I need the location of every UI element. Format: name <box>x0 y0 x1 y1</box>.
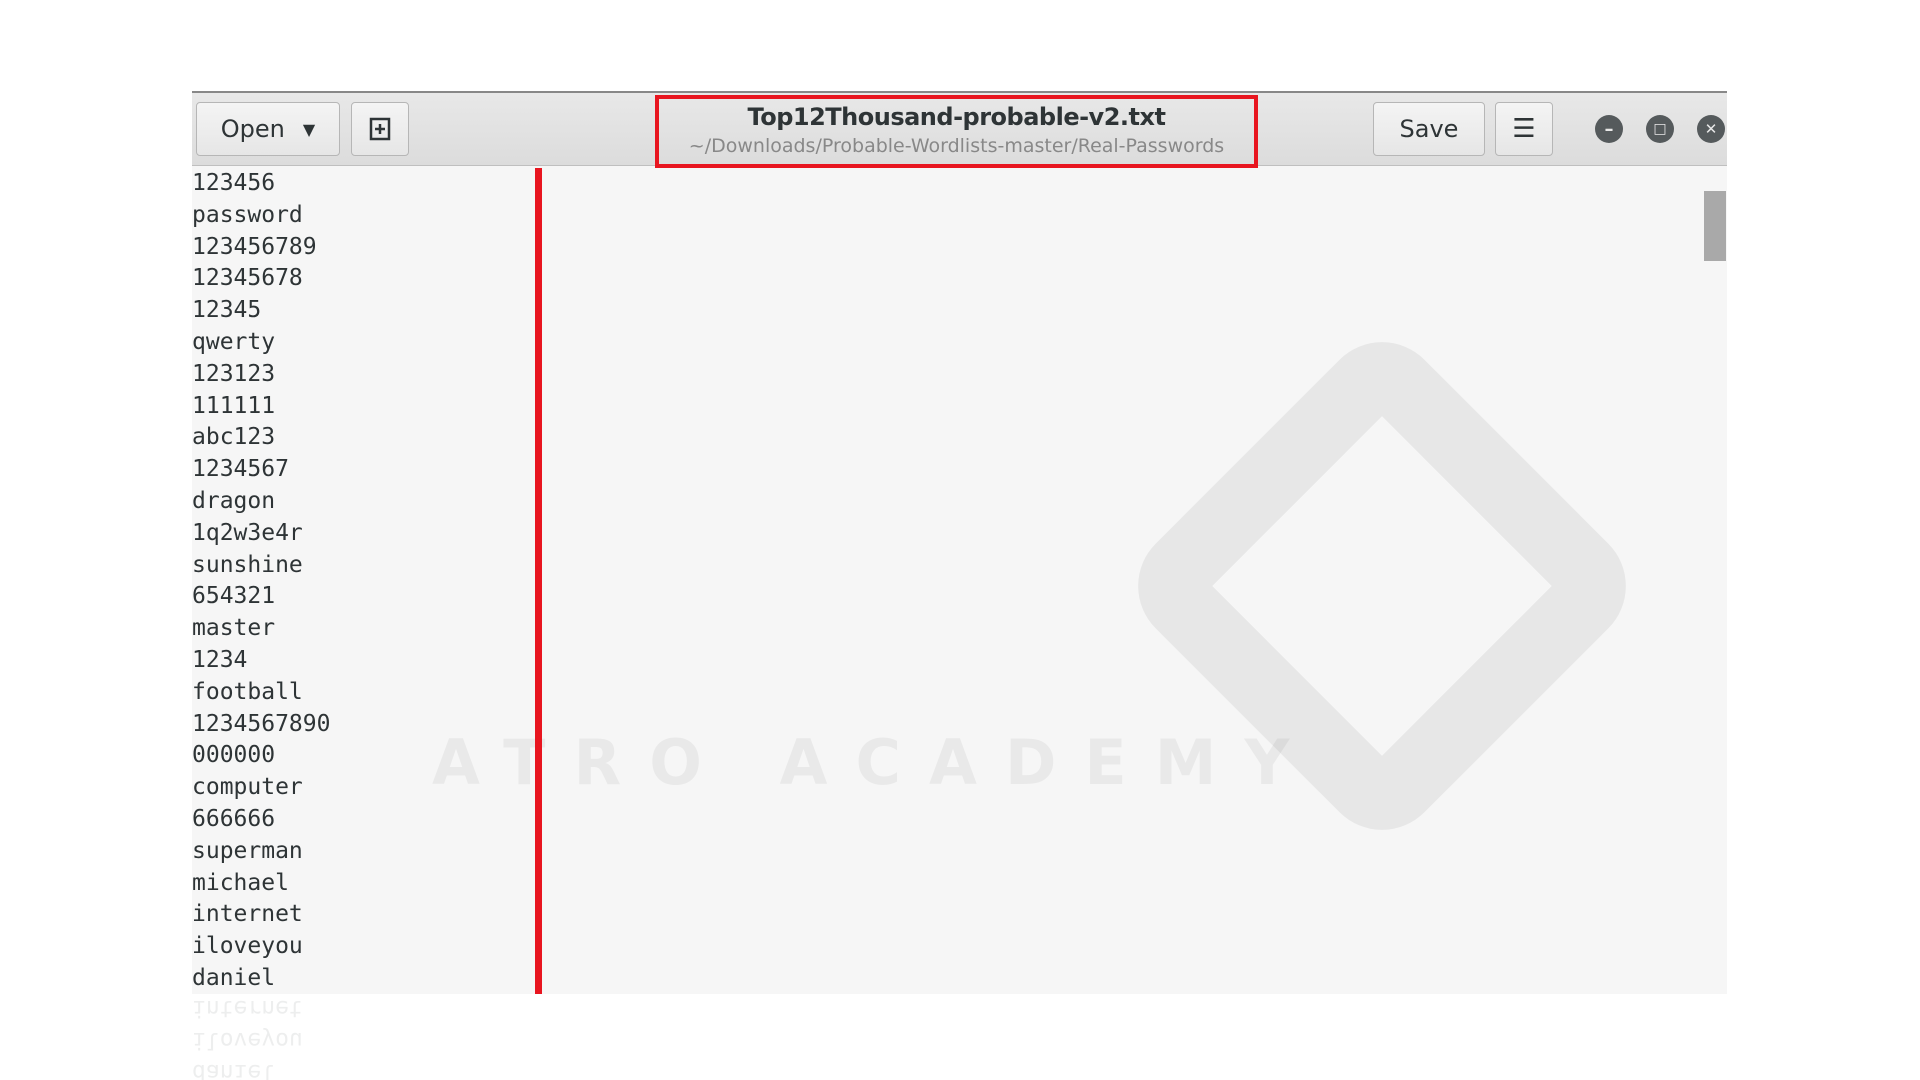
text-line: 666666 <box>192 805 276 832</box>
reflected-line: daniel <box>192 1059 276 1080</box>
open-label: Open <box>220 115 285 143</box>
text-line: sunshine <box>192 551 303 578</box>
text-line: michael <box>192 869 289 896</box>
close-icon: ✕ <box>1704 120 1718 138</box>
text-line: abc123 <box>192 424 276 451</box>
text-line: daniel <box>192 964 276 991</box>
close-button[interactable]: ✕ <box>1697 115 1725 143</box>
text-line: dragon <box>192 487 276 514</box>
reflected-line: iloveyou <box>192 1027 303 1054</box>
header-bar: Open ▼ Top12Thousand-probable-v2.txt ~/Do… <box>192 93 1727 168</box>
window-title: Top12Thousand-probable-v2.txt <box>747 103 1166 131</box>
title-highlight-box: Top12Thousand-probable-v2.txt ~/Download… <box>655 95 1258 168</box>
text-line: 1234 <box>192 646 248 673</box>
open-button[interactable]: Open ▼ <box>196 102 340 156</box>
text-line: computer <box>192 774 303 801</box>
text-line: 1234567890 <box>192 710 331 737</box>
minimize-button[interactable]: – <box>1595 115 1623 143</box>
save-button[interactable]: Save <box>1373 102 1485 156</box>
maximize-button[interactable]: □ <box>1646 115 1674 143</box>
chevron-down-icon: ▼ <box>302 119 316 139</box>
text-line: 111111 <box>192 392 276 419</box>
scrollbar-thumb[interactable] <box>1704 191 1726 261</box>
watermark-text: ATRO ACADEMY <box>432 726 1318 799</box>
reflection-lines: daniel iloveyou internet <box>192 992 303 1080</box>
text-line: iloveyou <box>192 933 303 960</box>
text-line: 123456789 <box>192 233 317 260</box>
text-line: 123123 <box>192 360 276 387</box>
text-area[interactable]: ATRO ACADEMY 123456 password 123456789 1234… <box>192 166 1727 994</box>
text-line: 12345678 <box>192 265 303 292</box>
scrollbar[interactable] <box>1703 166 1727 994</box>
menu-icon: ☰ <box>1512 114 1536 144</box>
text-line: 1234567 <box>192 456 289 483</box>
text-line: master <box>192 615 276 642</box>
new-document-icon <box>369 117 391 141</box>
text-line: qwerty <box>192 328 276 355</box>
text-line: internet <box>192 901 303 928</box>
maximize-icon: □ <box>1653 121 1667 137</box>
file-lines: 123456 password 123456789 12345678 12345 qwer… <box>192 168 330 994</box>
text-line: superman <box>192 837 303 864</box>
text-line: football <box>192 678 303 705</box>
text-editor-window: Open ▼ Top12Thousand-probable-v2.txt ~/Do… <box>192 91 1727 994</box>
text-line: 123456 <box>192 170 276 196</box>
minimize-icon: – <box>1604 118 1614 140</box>
text-line: 000000 <box>192 742 276 769</box>
file-path: ~/Downloads/Probable-Wordlists-master/Re… <box>688 135 1225 157</box>
reflection: daniel iloveyou internet <box>192 992 1727 1080</box>
reflected-line: internet <box>192 995 303 1022</box>
hamburger-menu-button[interactable]: ☰ <box>1495 102 1553 156</box>
text-line: password <box>192 201 303 228</box>
text-line: 12345 <box>192 297 262 324</box>
highlight-line <box>535 168 542 994</box>
new-document-button[interactable] <box>351 102 409 156</box>
text-line: 654321 <box>192 583 276 610</box>
text-line: 1q2w3e4r <box>192 519 303 546</box>
